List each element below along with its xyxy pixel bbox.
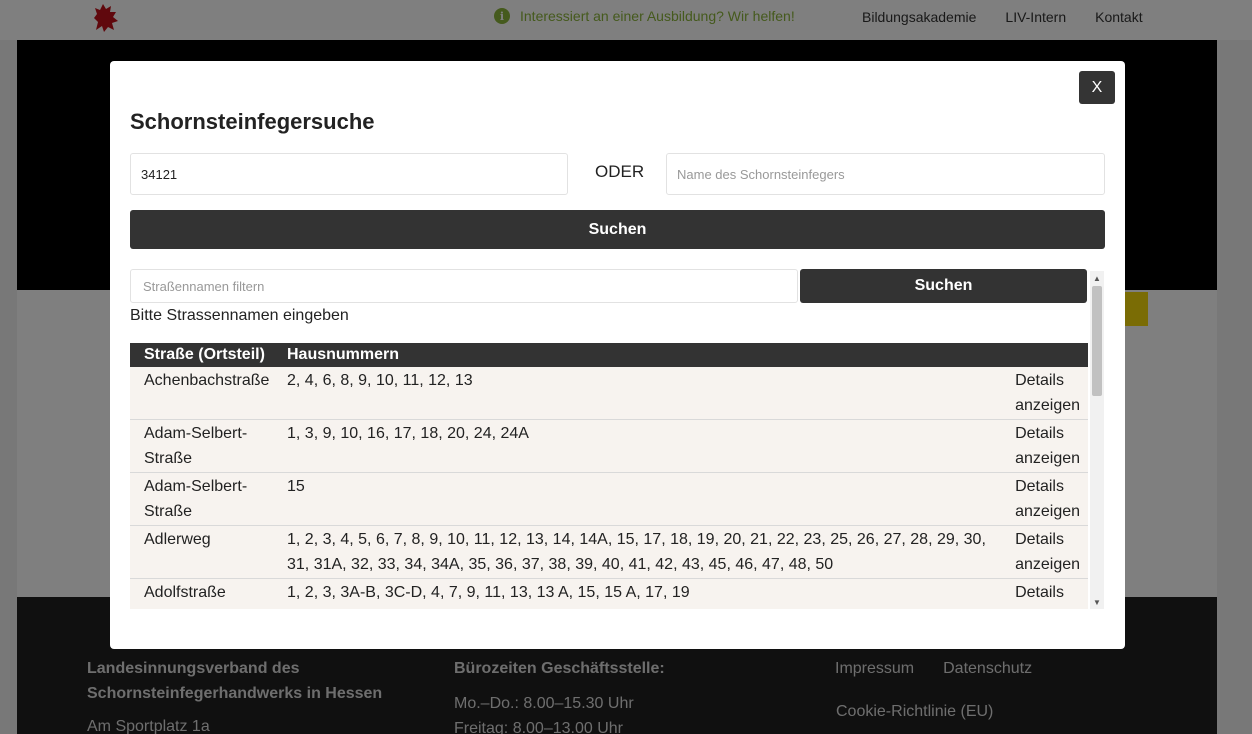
details-link[interactable]: Details anzeigen xyxy=(999,473,1088,526)
modal-title: Schornsteinfegersuche xyxy=(130,109,375,134)
street-name: Adlerweg xyxy=(144,531,211,548)
close-button[interactable]: X xyxy=(1079,71,1115,104)
street-name: Adam-Selbert-Straße xyxy=(144,425,248,467)
street-hint-text: Bitte Strassennamen eingeben xyxy=(130,307,349,324)
table-row: Achenbachstraße 2, 4, 6, 8, 9, 10, 11, 1… xyxy=(130,367,1088,420)
scrollbar-thumb[interactable] xyxy=(1092,286,1102,396)
table-row: Adlerweg 1, 2, 3, 4, 5, 6, 7, 8, 9, 10, … xyxy=(130,525,1088,579)
results-scroll-region[interactable]: Suchen Bitte Strassennamen eingeben Stra… xyxy=(130,269,1105,609)
chimney-sweep-search-modal: X Schornsteinfegersuche ODER Suchen Such… xyxy=(110,61,1125,649)
street-name: Adolfstraße xyxy=(144,584,226,601)
scroll-down-arrow-icon[interactable]: ▼ xyxy=(1090,595,1104,609)
postal-code-input[interactable] xyxy=(130,153,568,195)
street-search-button[interactable]: Suchen xyxy=(800,269,1087,303)
search-button[interactable]: Suchen xyxy=(130,210,1105,249)
table-row: Adam-Selbert-Straße 15 Details anzeigen xyxy=(130,472,1088,526)
header-house-numbers: Hausnummern xyxy=(273,343,1088,367)
house-numbers: 1, 2, 3, 3A-B, 3C-D, 4, 7, 9, 11, 13, 13… xyxy=(287,584,690,601)
street-name: Adam-Selbert-Straße xyxy=(144,478,248,520)
streets-table: Straße (Ortsteil) Hausnummern Achenbachs… xyxy=(130,343,1088,609)
header-street: Straße (Ortsteil) xyxy=(130,343,273,367)
house-numbers: 15 xyxy=(287,478,305,495)
table-header-row: Straße (Ortsteil) Hausnummern xyxy=(130,343,1088,367)
house-numbers: 2, 4, 6, 8, 9, 10, 11, 12, 13 xyxy=(287,372,473,389)
details-link[interactable]: Details anzeigen xyxy=(999,579,1088,610)
scroll-up-arrow-icon[interactable]: ▲ xyxy=(1090,271,1104,285)
details-link[interactable]: Details anzeigen xyxy=(999,420,1088,473)
table-row: Adam-Selbert-Straße 1, 3, 9, 10, 16, 17,… xyxy=(130,419,1088,473)
street-filter-input[interactable] xyxy=(130,269,798,303)
table-row: Adolfstraße 1, 2, 3, 3A-B, 3C-D, 4, 7, 9… xyxy=(130,578,1088,610)
details-link[interactable]: Details anzeigen xyxy=(999,367,1088,420)
house-numbers: 1, 2, 3, 4, 5, 6, 7, 8, 9, 10, 11, 12, 1… xyxy=(287,531,986,573)
details-link[interactable]: Details anzeigen xyxy=(999,526,1088,579)
or-label: ODER xyxy=(595,162,645,181)
street-name: Achenbachstraße xyxy=(144,372,270,389)
sweep-name-input[interactable] xyxy=(666,153,1105,195)
results-scrollbar[interactable]: ▲ ▼ xyxy=(1090,271,1104,609)
house-numbers: 1, 3, 9, 10, 16, 17, 18, 20, 24, 24A xyxy=(287,425,529,442)
